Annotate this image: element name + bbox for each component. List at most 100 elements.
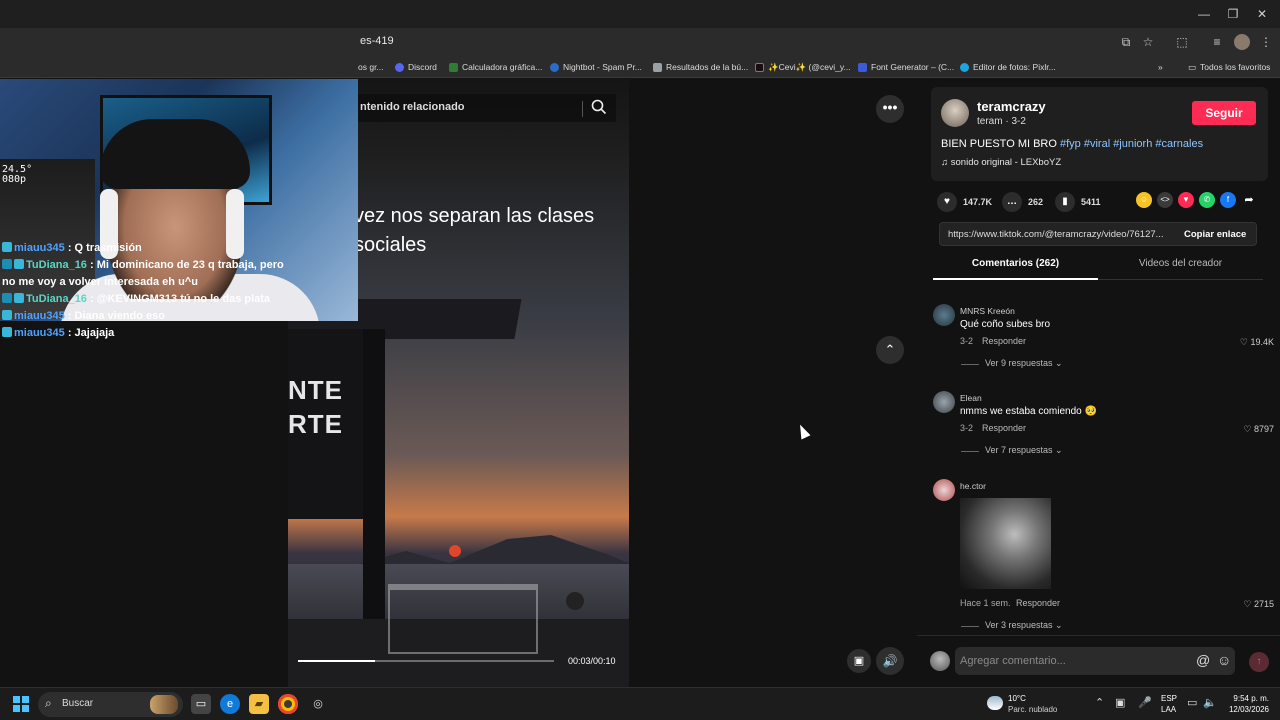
post-hashtags[interactable]: #fyp #viral #juniorh #carnales bbox=[1060, 138, 1203, 150]
related-content-label[interactable]: ntenido relacionado bbox=[360, 101, 465, 113]
divider bbox=[961, 364, 979, 365]
chevron-up-icon[interactable]: ⌃ bbox=[1095, 696, 1104, 709]
bookmark-item[interactable]: Nightbot - Spam Pr... bbox=[550, 60, 642, 74]
speaker-icon[interactable]: 🔈 bbox=[1203, 696, 1217, 709]
tray-app-icon[interactable]: ▣ bbox=[1115, 696, 1125, 709]
heart-outline-icon[interactable]: ♡ bbox=[1243, 599, 1254, 609]
whatsapp-icon[interactable]: ✆ bbox=[1199, 192, 1215, 208]
restore-icon[interactable]: ❐ bbox=[1222, 4, 1244, 24]
task-view-icon[interactable]: ▭ bbox=[191, 694, 211, 714]
repost-icon[interactable]: ▼ bbox=[1178, 192, 1194, 208]
save-stat[interactable]: ▮ 5411 bbox=[1055, 187, 1101, 217]
comment-username[interactable]: MNRS Kreeón bbox=[960, 306, 1015, 316]
reply-button[interactable]: Responder bbox=[982, 423, 1026, 433]
volume-icon[interactable]: 🔊 bbox=[876, 647, 904, 675]
bookmark-item[interactable]: Discord bbox=[395, 60, 437, 74]
comment-username[interactable]: Elean bbox=[960, 393, 982, 403]
comment-like[interactable]: ♡ 8797 bbox=[1218, 424, 1274, 435]
url-text[interactable]: es-419 bbox=[360, 35, 394, 47]
network-icon[interactable]: ▭ bbox=[1187, 696, 1197, 709]
embed-icon[interactable]: <> bbox=[1157, 192, 1173, 208]
comment-input[interactable]: Agregar comentario... @ ☺ bbox=[955, 647, 1235, 675]
reply-button[interactable]: Responder bbox=[1016, 598, 1060, 608]
comment-stat[interactable]: … 262 bbox=[1002, 187, 1043, 217]
bookmark-item[interactable]: ✨Cevi✨ (@cevi_y... bbox=[755, 60, 851, 74]
windows-start-icon[interactable] bbox=[13, 696, 29, 712]
language-indicator[interactable]: ESP bbox=[1161, 694, 1177, 703]
comment-image[interactable] bbox=[960, 498, 1051, 589]
chat-badge-icon bbox=[2, 310, 12, 320]
menu-dots-icon[interactable]: ⋮ bbox=[1258, 34, 1274, 50]
all-favorites-folder[interactable]: ▭ Todos los favoritos bbox=[1188, 60, 1270, 74]
file-explorer-icon[interactable]: ▰ bbox=[249, 694, 269, 714]
heart-icon[interactable]: ♥ bbox=[937, 192, 957, 212]
layout-indicator[interactable]: LAA bbox=[1161, 705, 1176, 714]
chrome-icon[interactable] bbox=[278, 694, 298, 714]
weather-description[interactable]: Parc. nublado bbox=[1008, 705, 1057, 714]
gift-icon[interactable]: ☺ bbox=[1136, 192, 1152, 208]
tab-creator-videos[interactable]: Videos del creador bbox=[1098, 258, 1263, 280]
comment-like[interactable]: ♡ 19.4K bbox=[1218, 337, 1274, 348]
bookmark-item[interactable]: os gr... bbox=[358, 60, 384, 74]
star-icon[interactable]: ☆ bbox=[1140, 34, 1156, 50]
comment-username[interactable]: he.ctor bbox=[960, 481, 986, 491]
comment-avatar[interactable] bbox=[933, 304, 955, 326]
more-options-icon[interactable]: ••• bbox=[876, 95, 904, 123]
comment-avatar[interactable] bbox=[933, 391, 955, 413]
profile-avatar-icon[interactable] bbox=[1234, 34, 1250, 50]
minimize-icon[interactable]: — bbox=[1193, 4, 1215, 24]
send-icon[interactable]: ↑ bbox=[1249, 652, 1269, 672]
microphone-icon[interactable]: 🎤 bbox=[1138, 696, 1152, 709]
view-replies-button[interactable]: Ver 7 respuestas ⌄ bbox=[985, 445, 1063, 456]
comment-icon[interactable]: … bbox=[1002, 192, 1022, 212]
extensions-icon[interactable]: ⬚ bbox=[1174, 34, 1190, 50]
bookmark-item[interactable]: Font Generator – (C... bbox=[858, 60, 954, 74]
weather-temperature[interactable]: 10°C bbox=[1008, 694, 1026, 703]
close-icon[interactable]: ✕ bbox=[1251, 4, 1273, 24]
video-progress-fill[interactable] bbox=[298, 660, 375, 662]
reply-button[interactable]: Responder bbox=[982, 336, 1026, 346]
search-icon: ⌕ bbox=[45, 696, 52, 710]
previous-video-icon[interactable]: ⌃ bbox=[876, 336, 904, 364]
taskbar-date[interactable]: 12/03/2026 bbox=[1220, 705, 1269, 714]
copy-link-button[interactable]: Copiar enlace bbox=[1184, 229, 1246, 240]
mention-icon[interactable]: @ bbox=[1196, 652, 1210, 668]
comment-placeholder[interactable]: Agregar comentario... bbox=[960, 655, 1066, 667]
emoji-icon[interactable]: ☺ bbox=[1217, 652, 1231, 668]
like-stat[interactable]: ♥ 147.7K bbox=[937, 187, 992, 217]
bookmark-icon[interactable]: ▮ bbox=[1055, 192, 1075, 212]
bookmarks-overflow-icon[interactable]: » bbox=[1158, 60, 1163, 74]
heart-outline-icon[interactable]: ♡ bbox=[1240, 337, 1251, 347]
author-name[interactable]: teramcrazy bbox=[977, 99, 1046, 114]
edge-icon[interactable]: e bbox=[220, 694, 240, 714]
bookmark-item[interactable]: Resultados de la bú... bbox=[653, 60, 748, 74]
view-replies-button[interactable]: Ver 9 respuestas ⌄ bbox=[985, 358, 1063, 369]
taskbar-search[interactable]: ⌕ Buscar bbox=[38, 692, 183, 717]
chat-text: : @KEVINGM313 tú no le das plata bbox=[90, 293, 271, 305]
facebook-icon[interactable]: f bbox=[1220, 192, 1236, 208]
taskbar-search-label[interactable]: Buscar bbox=[62, 698, 93, 709]
video-link[interactable]: https://www.tiktok.com/@teramcrazy/video… bbox=[948, 229, 1164, 240]
post-music[interactable]: ♫ sonido original - LEXboYZ bbox=[941, 157, 1061, 168]
media-control-icon[interactable]: ≡ bbox=[1209, 34, 1225, 50]
bookmark-item[interactable]: Editor de fotos: Pixlr... bbox=[960, 60, 1056, 74]
share-icon[interactable]: ➦ bbox=[1241, 192, 1257, 208]
comment-avatar[interactable] bbox=[933, 479, 955, 501]
bookmark-item[interactable]: Calculadora gráfica... bbox=[449, 60, 542, 74]
address-bar[interactable]: es-419 ⧉ ☆ ⬚ ≡ ⋮ bbox=[0, 28, 1280, 56]
tab-comments[interactable]: Comentarios (262) bbox=[933, 258, 1098, 280]
heart-outline-icon[interactable]: ♡ bbox=[1243, 424, 1254, 434]
chat-username: miauu345 bbox=[14, 327, 65, 339]
taskbar-clock[interactable]: 9:54 p. m. bbox=[1227, 694, 1269, 703]
search-icon[interactable] bbox=[591, 99, 609, 117]
author-avatar[interactable] bbox=[941, 99, 969, 127]
comment-like[interactable]: ♡ 2715 bbox=[1218, 599, 1274, 610]
music-note-icon: ♫ bbox=[941, 157, 951, 168]
weather-icon[interactable] bbox=[987, 696, 1003, 710]
picture-in-picture-icon[interactable]: ▣ bbox=[847, 649, 871, 673]
view-replies-button[interactable]: Ver 3 respuestas ⌄ bbox=[985, 620, 1063, 631]
discord-icon bbox=[395, 62, 404, 72]
obs-icon[interactable]: ◎ bbox=[308, 694, 328, 714]
install-app-icon[interactable]: ⧉ bbox=[1118, 34, 1134, 50]
follow-button[interactable]: Seguir bbox=[1192, 101, 1256, 125]
